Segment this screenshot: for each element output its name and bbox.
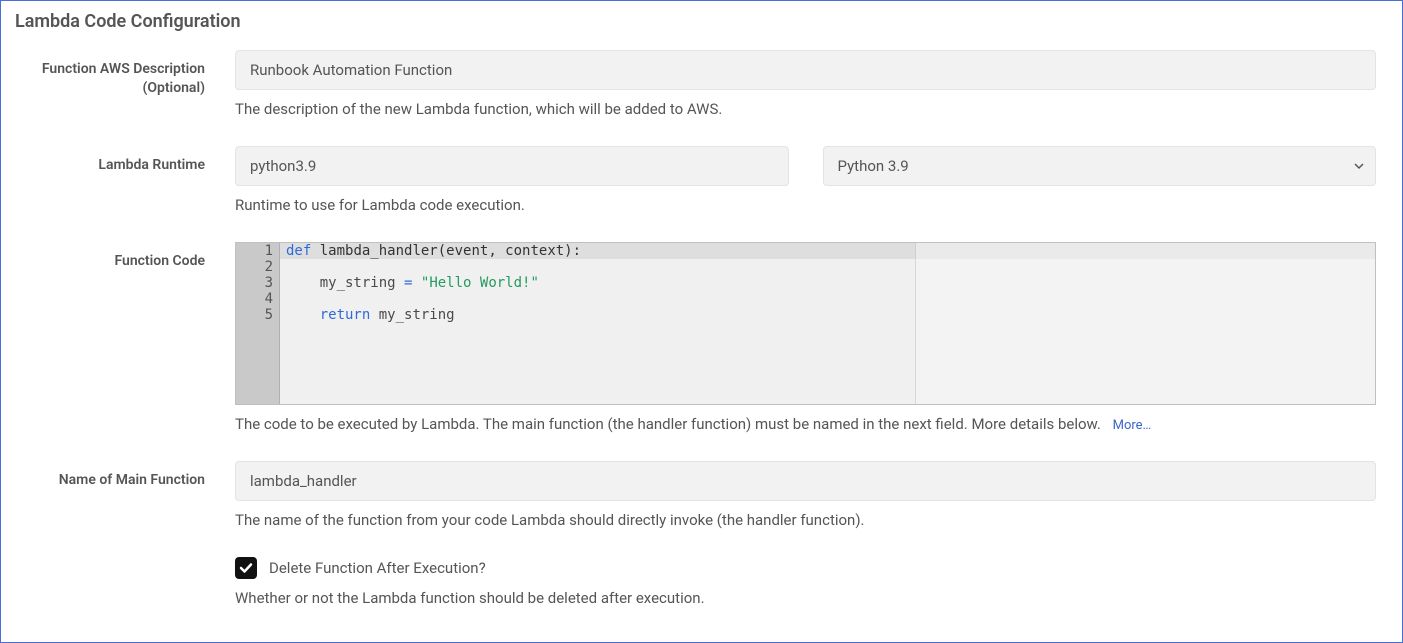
- function-code-row: Function Code 1 2 3 4 5 def lambda_handl…: [15, 242, 1388, 433]
- runtime-label: Lambda Runtime: [15, 146, 235, 175]
- delete-after-help: Whether or not the Lambda function shoul…: [235, 589, 1376, 607]
- check-icon: [238, 560, 254, 576]
- runtime-select[interactable]: Python 3.9: [823, 146, 1377, 186]
- description-help: The description of the new Lambda functi…: [235, 100, 1376, 118]
- main-function-label: Name of Main Function: [15, 461, 235, 490]
- runtime-input[interactable]: [235, 146, 789, 186]
- main-function-input[interactable]: [235, 461, 1376, 501]
- lambda-config-panel: Lambda Code Configuration Function AWS D…: [0, 0, 1403, 643]
- main-function-row: Name of Main Function The name of the fu…: [15, 461, 1388, 529]
- description-input[interactable]: [235, 50, 1376, 90]
- delete-after-row: Delete Function After Execution? Whether…: [15, 557, 1388, 607]
- delete-after-checkbox[interactable]: [235, 557, 257, 579]
- runtime-row: Lambda Runtime Python 3.9 Runtime to use…: [15, 146, 1388, 214]
- more-link[interactable]: More…: [1113, 418, 1152, 433]
- function-code-help: The code to be executed by Lambda. The m…: [235, 415, 1376, 433]
- main-function-help: The name of the function from your code …: [235, 511, 1376, 529]
- code-editor[interactable]: 1 2 3 4 5 def lambda_handler(event, cont…: [235, 242, 1376, 405]
- code-minimap-overlay: [915, 243, 1375, 404]
- description-row: Function AWS Description (Optional) The …: [15, 50, 1388, 118]
- runtime-help: Runtime to use for Lambda code execution…: [235, 196, 1376, 214]
- function-code-label: Function Code: [15, 242, 235, 271]
- panel-title: Lambda Code Configuration: [15, 11, 1388, 32]
- code-gutter: 1 2 3 4 5: [236, 243, 280, 404]
- delete-after-label: Delete Function After Execution?: [269, 559, 486, 577]
- delete-after-spacer: [15, 557, 235, 567]
- description-label: Function AWS Description (Optional): [15, 50, 235, 98]
- code-body[interactable]: def lambda_handler(event, context): my_s…: [280, 243, 1375, 404]
